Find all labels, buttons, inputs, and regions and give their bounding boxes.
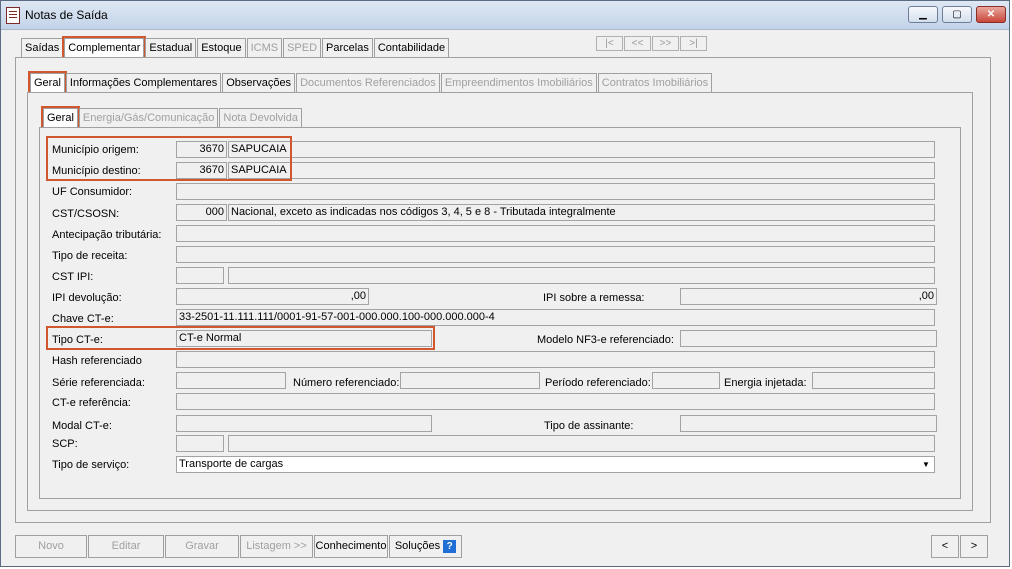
solucoes-button[interactable]: Soluções ?	[389, 535, 462, 558]
tipo-servico-label: Tipo de serviço:	[52, 459, 130, 471]
modelo-nf3e-label: Modelo NF3-e referenciado:	[537, 334, 674, 346]
tab-parcelas[interactable]: Parcelas	[322, 38, 373, 57]
numero-ref-field[interactable]	[400, 372, 540, 389]
tab-sped[interactable]: SPED	[283, 38, 322, 57]
modal-cte-label: Modal CT-e:	[52, 420, 112, 432]
tab-geral[interactable]: Geral	[28, 71, 67, 94]
scp-desc[interactable]	[228, 435, 935, 452]
sub-tabs: Geral Informações Complementares Observa…	[28, 71, 713, 94]
tab-nota-devolvida[interactable]: Nota Devolvida	[219, 108, 302, 127]
periodo-ref-field[interactable]	[652, 372, 720, 389]
municipio-destino-code[interactable]: 3670	[176, 162, 227, 179]
tipo-servico-value: Transporte de cargas	[179, 458, 284, 470]
tab-estoque[interactable]: Estoque	[197, 38, 246, 57]
window-title: Notas de Saída	[25, 8, 108, 22]
municipio-destino-name[interactable]: SAPUCAIA	[228, 162, 935, 179]
last-record-button[interactable]: >|	[680, 36, 707, 51]
first-record-button[interactable]: |<	[596, 36, 623, 51]
ipi-remessa-label: IPI sobre a remessa:	[543, 292, 645, 304]
tab-informacoes-complementares[interactable]: Informações Complementares	[65, 73, 222, 92]
conhecimento-button[interactable]: Conhecimento	[314, 535, 388, 558]
title-bar: Notas de Saída ▁ ▢ ✕	[1, 1, 1009, 30]
inner-tabs: Geral Energia/Gás/Comunicação Nota Devol…	[41, 106, 303, 129]
ipi-devolucao-label: IPI devolução:	[52, 292, 122, 304]
tipo-assinante-label: Tipo de assinante:	[544, 420, 634, 432]
gravar-button[interactable]: Gravar	[165, 535, 239, 558]
cst-csosn-code[interactable]: 000	[176, 204, 227, 221]
tab-inner-geral[interactable]: Geral	[41, 106, 80, 129]
uf-consumidor-field[interactable]	[176, 183, 935, 200]
numero-ref-label: Número referenciado:	[293, 377, 400, 389]
close-button[interactable]: ✕	[976, 6, 1006, 23]
cst-csosn-label: CST/CSOSN:	[52, 208, 120, 220]
cte-referencia-field[interactable]	[176, 393, 935, 410]
tab-documentos-referenciados[interactable]: Documentos Referenciados	[296, 73, 440, 92]
main-tabs: Saídas Complementar Estadual Estoque ICM…	[21, 36, 450, 59]
cst-ipi-code[interactable]	[176, 267, 224, 284]
cst-ipi-label: CST IPI:	[52, 271, 94, 283]
ipi-remessa-field[interactable]: ,00	[680, 288, 937, 305]
tipo-assinante-field[interactable]	[680, 415, 937, 432]
minimize-button[interactable]: ▁	[908, 6, 938, 23]
solucoes-label: Soluções	[394, 540, 441, 552]
modal-cte-field[interactable]	[176, 415, 432, 432]
prev-page-button[interactable]: <<	[624, 36, 651, 51]
novo-button[interactable]: Novo	[15, 535, 87, 558]
cst-csosn-desc[interactable]: Nacional, exceto as indicadas nos código…	[228, 204, 935, 221]
scp-label: SCP:	[52, 438, 78, 450]
municipio-origem-label: Município origem:	[52, 144, 139, 156]
tab-empreendimentos-imobiliarios[interactable]: Empreendimentos Imobiliários	[440, 73, 597, 92]
ipi-devolucao-field[interactable]: ,00	[176, 288, 369, 305]
cte-referencia-label: CT-e referência:	[52, 397, 131, 409]
tab-contratos-imobiliarios[interactable]: Contratos Imobiliários	[597, 73, 713, 92]
hash-ref-label: Hash referenciado	[52, 355, 142, 367]
tab-energia-gas-comunicacao[interactable]: Energia/Gás/Comunicação	[78, 108, 219, 127]
app-window: Notas de Saída ▁ ▢ ✕ Saídas Complementar…	[0, 0, 1010, 567]
serie-ref-field[interactable]	[176, 372, 286, 389]
tab-saidas[interactable]: Saídas	[21, 38, 64, 57]
tipo-receita-field[interactable]	[176, 246, 935, 263]
scp-code[interactable]	[176, 435, 224, 452]
tab-icms[interactable]: ICMS	[246, 38, 283, 57]
dropdown-arrow-icon[interactable]: ▼	[919, 458, 933, 471]
tab-complementar[interactable]: Complementar	[62, 36, 147, 59]
energia-injetada-label: Energia injetada:	[724, 377, 807, 389]
document-icon	[6, 7, 20, 24]
chave-cte-field[interactable]: 33-2501-11.111.111/0001-91-57-001-000.00…	[176, 309, 935, 326]
periodo-ref-label: Período referenciado:	[545, 377, 651, 389]
energia-injetada-field[interactable]	[812, 372, 935, 389]
antecipacao-field[interactable]	[176, 225, 935, 242]
tipo-cte-label: Tipo CT-e:	[52, 334, 103, 346]
municipio-origem-name[interactable]: SAPUCAIA	[228, 141, 935, 158]
listagem-button[interactable]: Listagem >>	[240, 535, 313, 558]
tipo-servico-select[interactable]: Transporte de cargas ▼	[176, 456, 935, 473]
serie-ref-label: Série referenciada:	[52, 377, 145, 389]
municipio-destino-label: Município destino:	[52, 165, 141, 177]
help-icon: ?	[443, 539, 457, 553]
prev-button[interactable]: <	[931, 535, 959, 558]
hash-ref-field[interactable]	[176, 351, 935, 368]
next-page-button[interactable]: >>	[652, 36, 679, 51]
tipo-cte-field[interactable]: CT-e Normal	[176, 330, 432, 347]
next-button[interactable]: >	[960, 535, 988, 558]
uf-consumidor-label: UF Consumidor:	[52, 186, 133, 198]
tab-estadual[interactable]: Estadual	[145, 38, 197, 57]
chave-cte-label: Chave CT-e:	[52, 313, 114, 325]
cst-ipi-desc[interactable]	[228, 267, 935, 284]
tipo-receita-label: Tipo de receita:	[52, 250, 128, 262]
antecipacao-label: Antecipação tributária:	[52, 229, 162, 241]
modelo-nf3e-field[interactable]	[680, 330, 937, 347]
editar-button[interactable]: Editar	[88, 535, 164, 558]
tab-observacoes[interactable]: Observações	[222, 73, 296, 92]
tab-contabilidade[interactable]: Contabilidade	[373, 38, 450, 57]
municipio-origem-code[interactable]: 3670	[176, 141, 227, 158]
maximize-button[interactable]: ▢	[942, 6, 972, 23]
